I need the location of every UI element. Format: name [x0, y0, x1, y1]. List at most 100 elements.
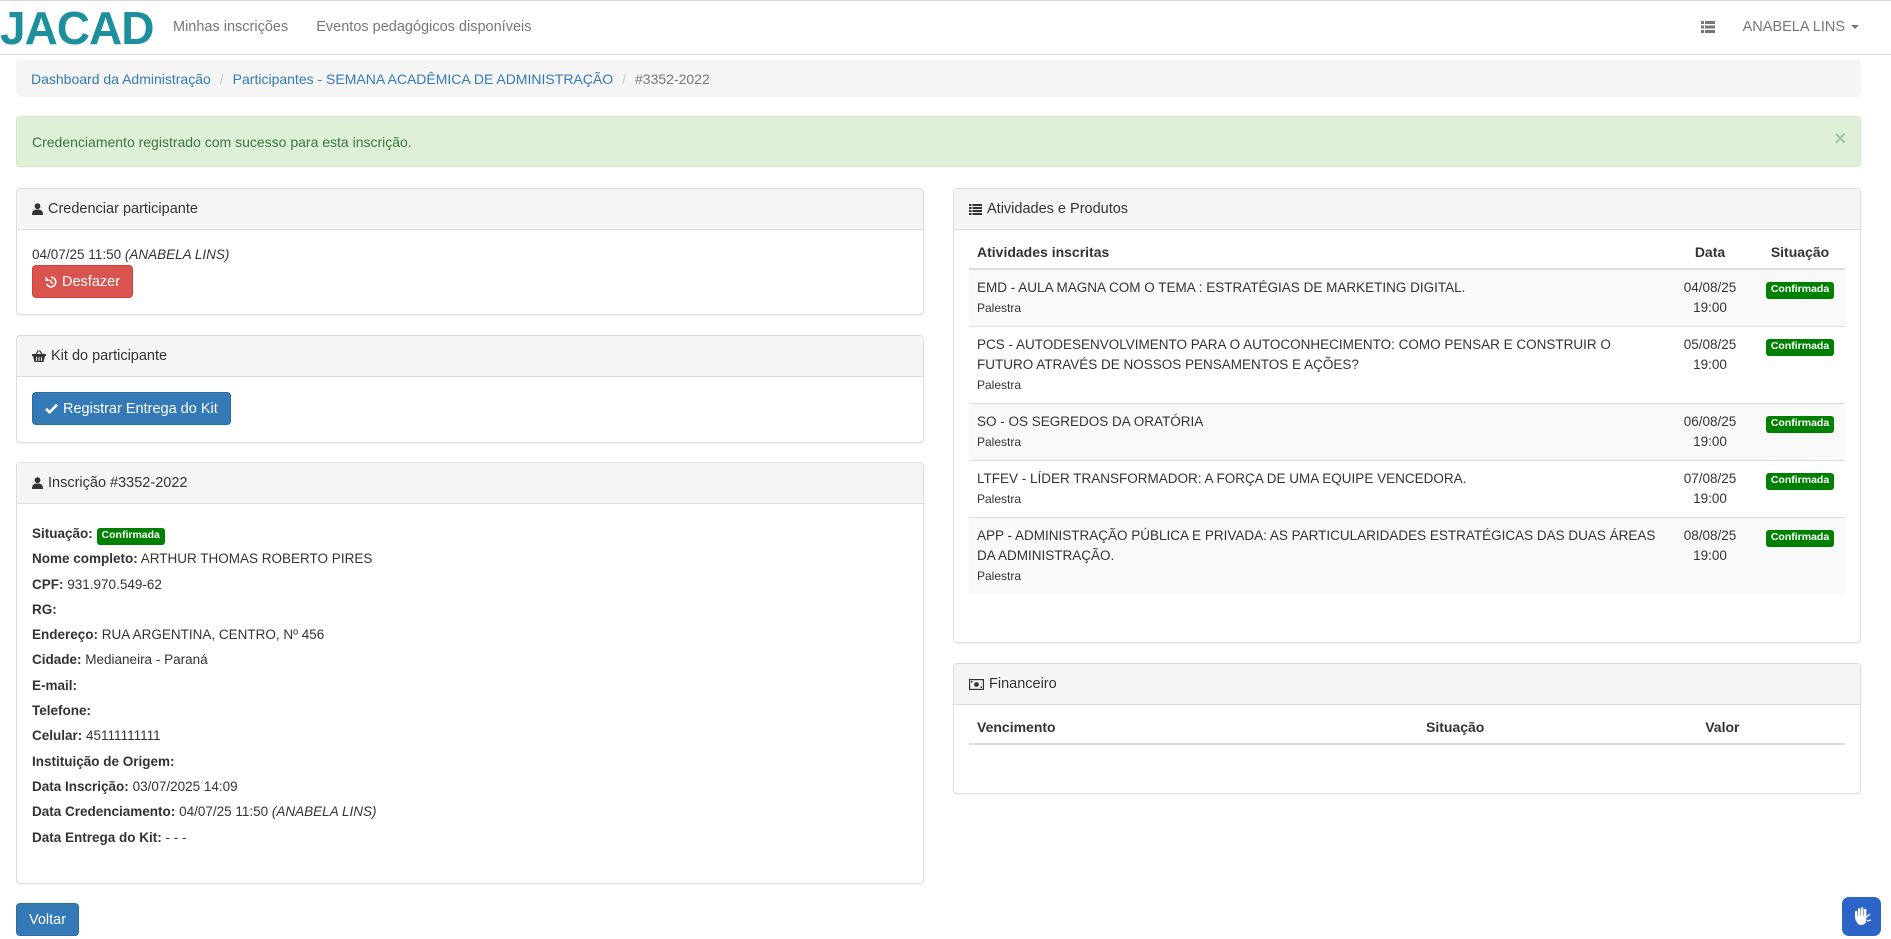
info-label: Endereço: [32, 627, 99, 643]
info-value: 04/07/25 11:50 [179, 804, 269, 820]
info-data-credenciamento: Data Credenciamento: 04/07/25 11:50 (ANA… [32, 799, 908, 824]
nav-links: Minhas inscrições Eventos pedagógicos di… [173, 1, 559, 53]
inscricao-panel-heading: Inscrição #3352-2022 [17, 463, 923, 504]
back-button[interactable]: Voltar [16, 903, 80, 936]
undo-label: Desfazer [62, 273, 121, 290]
info-value: ARTHUR THOMAS ROBERTO PIRES [140, 551, 373, 567]
success-alert: Credenciamento registrado com sucesso pa… [16, 116, 1861, 167]
activity-name: SO - OS SEGREDOS DA ORATÓRIA [977, 414, 1204, 429]
check-icon [45, 403, 58, 414]
info-label: Data Inscrição: [32, 778, 129, 794]
activity-date: 04/08/25 [1683, 280, 1737, 295]
col-situacao: Situação [1310, 705, 1600, 745]
atividades-title: Atividades e Produtos [987, 201, 1129, 217]
top-navbar: JACAD Minhas inscrições Eventos pedagógi… [0, 0, 1891, 55]
status-badge: Confirmada [1765, 282, 1835, 299]
undo-icon [45, 275, 57, 288]
register-kit-button[interactable]: Registrar Entrega do Kit [32, 392, 231, 425]
table-header-row: Atividades inscritas Data Situação [969, 230, 1845, 270]
alert-message: Credenciamento registrado com sucesso pa… [32, 133, 412, 150]
col-vencimento: Vencimento [969, 705, 1311, 745]
col-atividades: Atividades inscritas [969, 230, 1665, 270]
close-icon[interactable]: × [1834, 129, 1846, 149]
info-label: Instituição de Origem: [32, 753, 175, 769]
info-label: Data Credenciamento: [32, 804, 176, 820]
activity-name: APP - ADMINISTRAÇÃO PÚBLICA E PRIVADA: A… [977, 528, 1656, 563]
user-name: ANABELA LINS [1742, 19, 1845, 35]
table-row: SO - OS SEGREDOS DA ORATÓRIA Palestra 06/… [969, 403, 1845, 461]
credenciamento-timestamp: 04/07/25 11:50 [32, 247, 122, 262]
credenciamento-user: (ANABELA LINS) [124, 247, 230, 262]
col-valor: Valor [1599, 705, 1845, 745]
activity-date: 08/08/25 [1683, 528, 1737, 543]
money-icon [969, 678, 984, 690]
kit-panel: Kit do participante Registrar Entrega do… [16, 335, 924, 443]
table-row: PCS - AUTODESENVOLVIMENTO PARA O AUTOCON… [969, 326, 1845, 404]
activity-name: EMD - AULA MAGNA COM O TEMA : ESTRATÉGIA… [977, 280, 1466, 295]
kit-panel-heading: Kit do participante [17, 336, 923, 377]
info-endereco: Endereço: RUA ARGENTINA, CENTRO, Nº 456 [32, 622, 908, 647]
col-situacao: Situação [1755, 230, 1845, 270]
atividades-panel-heading: Atividades e Produtos [954, 189, 1860, 230]
breadcrumb-participantes[interactable]: Participantes - SEMANA ACADÊMICA DE ADMI… [233, 71, 613, 87]
activity-date: 05/08/25 [1683, 337, 1737, 352]
table-header-row: Vencimento Situação Valor [969, 705, 1845, 745]
info-value: RUA ARGENTINA, CENTRO, Nº 456 [101, 627, 325, 643]
info-nome: Nome completo: ARTHUR THOMAS ROBERTO PIR… [32, 546, 908, 571]
info-value-user: (ANABELA LINS) [271, 804, 377, 820]
undo-button[interactable]: Desfazer [32, 265, 134, 298]
credenciar-title: Credenciar participante [48, 201, 198, 217]
nav-eventos-disponiveis[interactable]: Eventos pedagógicos disponíveis [316, 19, 531, 35]
info-rg: RG: [32, 597, 908, 622]
info-label: E-mail: [32, 677, 78, 693]
credenciar-panel: Credenciar participante 04/07/25 11:50 (… [16, 188, 924, 315]
activity-type: Palestra [977, 378, 1022, 392]
nav-right: ANABELA LINS [1700, 1, 1859, 53]
info-instituicao: Instituição de Origem: [32, 749, 908, 774]
activity-time: 19:00 [1693, 548, 1727, 563]
info-email: E-mail: [32, 673, 908, 698]
info-data-inscricao: Data Inscrição: 03/07/2025 14:09 [32, 774, 908, 799]
financeiro-panel-heading: Financeiro [954, 664, 1860, 705]
table-row: APP - ADMINISTRAÇÃO PÚBLICA E PRIVADA: A… [969, 517, 1845, 594]
user-icon [32, 477, 43, 489]
accessibility-hand-icon[interactable] [1842, 897, 1881, 936]
kit-title: Kit do participante [51, 348, 168, 364]
info-value: Medianeira - Paraná [85, 652, 208, 668]
chevron-down-icon [1851, 25, 1859, 30]
register-kit-label: Registrar Entrega do Kit [63, 400, 218, 417]
status-badge: Confirmada [1765, 416, 1835, 433]
inscricao-panel: Inscrição #3352-2022 Situação: Confirmad… [16, 462, 924, 884]
breadcrumb-current: #3352-2022 [635, 70, 710, 87]
atividades-table: Atividades inscritas Data Situação EMD -… [969, 230, 1845, 594]
financeiro-table: Vencimento Situação Valor [969, 705, 1845, 745]
status-badge: Confirmada [1765, 473, 1835, 490]
status-badge: Confirmada [1765, 339, 1835, 356]
credenciar-panel-heading: Credenciar participante [17, 189, 923, 230]
list-icon[interactable] [1700, 21, 1715, 33]
info-telefone: Telefone: [32, 698, 908, 723]
activity-type: Palestra [977, 569, 1022, 583]
breadcrumb-dashboard[interactable]: Dashboard da Administração [31, 71, 211, 87]
nav-minhas-inscricoes[interactable]: Minhas inscrições [173, 19, 288, 35]
info-label: CPF: [32, 576, 64, 592]
activity-time: 19:00 [1693, 491, 1727, 506]
user-menu[interactable]: ANABELA LINS [1743, 19, 1859, 35]
activity-time: 19:00 [1693, 300, 1727, 315]
list-ul-icon [969, 203, 982, 215]
activity-type: Palestra [977, 435, 1022, 449]
info-label: Celular: [32, 728, 83, 744]
table-row: EMD - AULA MAGNA COM O TEMA : ESTRATÉGIA… [969, 268, 1845, 327]
activity-name: LTFEV - LÍDER TRANSFORMADOR: A FORÇA DE … [977, 471, 1467, 486]
jacad-logo[interactable]: JACAD [0, 3, 154, 53]
info-label: Cidade: [32, 652, 82, 668]
activity-name: PCS - AUTODESENVOLVIMENTO PARA O AUTOCON… [977, 337, 1611, 372]
activity-type: Palestra [977, 492, 1022, 506]
info-data-kit: Data Entrega do Kit: - - - [32, 825, 908, 850]
col-data: Data [1665, 230, 1755, 270]
basket-icon [32, 350, 46, 362]
info-label: Situação: [32, 526, 93, 541]
breadcrumb: Dashboard da Administração / Participant… [16, 60, 1861, 97]
user-icon [32, 203, 43, 215]
status-badge: Confirmada [96, 528, 165, 545]
